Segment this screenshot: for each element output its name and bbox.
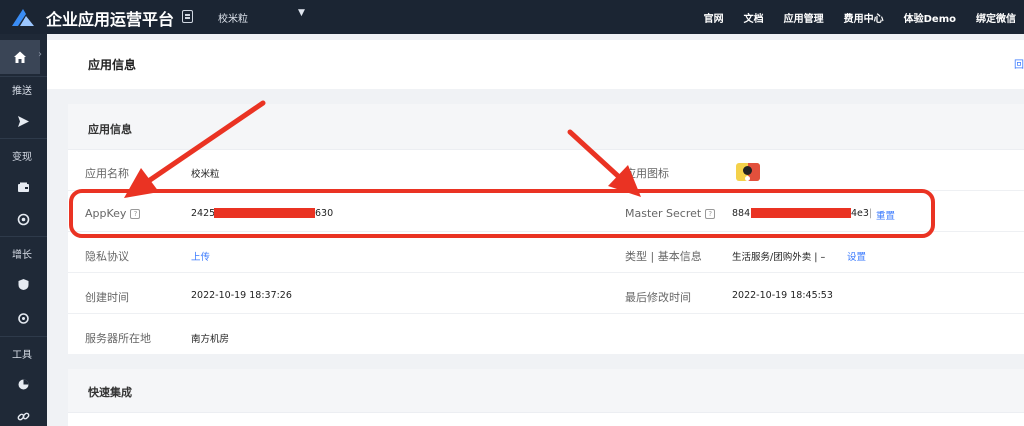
divider [68, 272, 1024, 273]
logo-icon[interactable] [10, 7, 36, 27]
modified-time-value: 2022-10-19 18:45:53 [732, 290, 833, 301]
link-icon[interactable] [16, 409, 30, 423]
divider [0, 336, 47, 337]
appkey-label: AppKey? [85, 207, 141, 220]
server-location-value: 南方机房 [191, 334, 230, 345]
app-name-value: 校米粒 [191, 169, 220, 180]
divider [0, 236, 47, 237]
shield-icon[interactable] [16, 277, 30, 291]
appkey-label-text: AppKey [85, 207, 127, 220]
app-logo-image [736, 163, 760, 181]
redaction-bar [214, 208, 315, 218]
nav-docs[interactable]: 文档 [744, 10, 764, 25]
quick-integration-card: 快速集成 [68, 369, 1024, 426]
nav-demo[interactable]: 体验Demo [904, 10, 956, 25]
modified-time-label: 最后修改时间 [625, 291, 691, 304]
created-time-value: 2022-10-19 18:37:26 [191, 290, 292, 301]
app-name-label: 应用名称 [85, 167, 129, 180]
master-secret-label: Master Secret? [625, 207, 716, 220]
reset-button[interactable]: 重置 [876, 208, 895, 222]
nav-billing[interactable]: 费用中心 [844, 10, 884, 25]
app-icon-label: 应用图标 [625, 167, 669, 180]
type-label: 类型 | 基本信息 [625, 250, 702, 263]
card-header: 快速集成 [68, 369, 1024, 413]
brand-title[interactable]: 企业应用运营平台 [46, 6, 174, 30]
home-icon [14, 51, 26, 63]
app-selector[interactable]: 校米粒 [218, 10, 248, 25]
created-time-label: 创建时间 [85, 291, 129, 304]
card-header: 应用信息 [68, 104, 1024, 150]
sidebar-section-push: 推送 [12, 86, 32, 97]
divider [0, 76, 47, 77]
chevron-down-icon[interactable]: ▼ [298, 8, 305, 18]
page-header: 应用信息 回 [47, 40, 1024, 89]
top-bar: 企业应用运营平台 校米粒 ▼ 官网 文档 应用管理 费用中心 体验Demo 绑定… [0, 0, 1024, 34]
master-secret-prefix: 884 [732, 208, 751, 219]
nav-app-management[interactable]: 应用管理 [784, 10, 824, 25]
server-location-label: 服务器所在地 [85, 332, 151, 345]
document-icon[interactable] [182, 10, 193, 23]
master-secret-label-text: Master Secret [625, 207, 702, 220]
appkey-prefix: 2425 [191, 208, 216, 219]
divider [0, 138, 47, 139]
nav-bind-wechat[interactable]: 绑定微信 [976, 10, 1016, 25]
top-nav: 官网 文档 应用管理 费用中心 体验Demo 绑定微信 [684, 0, 1024, 34]
wallet-icon[interactable] [16, 180, 30, 194]
location-icon[interactable] [16, 311, 30, 325]
appkey-suffix: 630 [315, 208, 334, 219]
privacy-upload-link[interactable]: 上传 [191, 249, 210, 263]
send-icon[interactable] [16, 114, 30, 128]
redaction-bar [751, 208, 851, 218]
divider [68, 190, 1024, 191]
card-title: 应用信息 [88, 123, 132, 136]
help-icon[interactable]: ? [130, 209, 141, 219]
card-title: 快速集成 [88, 386, 132, 399]
nav-official-site[interactable]: 官网 [704, 10, 724, 25]
sidebar-section-monetize: 变现 [12, 152, 32, 163]
divider [68, 313, 1024, 314]
sidebar-item-home[interactable] [0, 40, 40, 74]
chevron-right-icon[interactable]: › [38, 49, 42, 60]
sidebar-section-growth: 增长 [12, 250, 32, 261]
separator: | [869, 208, 873, 219]
privacy-label: 隐私协议 [85, 250, 129, 263]
sidebar-section-tools: 工具 [12, 350, 32, 361]
pie-chart-icon[interactable] [16, 377, 30, 391]
target-icon[interactable] [16, 212, 30, 226]
master-secret-suffix: 4e3 [851, 208, 869, 219]
divider [68, 231, 1024, 232]
help-icon[interactable]: ? [705, 209, 716, 219]
page-title: 应用信息 [88, 58, 137, 72]
back-link[interactable]: 回 [1014, 56, 1024, 71]
sidebar: › 推送 变现 增长 工具 [0, 34, 47, 426]
type-settings-link[interactable]: 设置 [847, 249, 866, 263]
app-info-card: 应用信息 [68, 104, 1024, 354]
type-value: 生活服务/团购外卖 | – [732, 252, 826, 263]
